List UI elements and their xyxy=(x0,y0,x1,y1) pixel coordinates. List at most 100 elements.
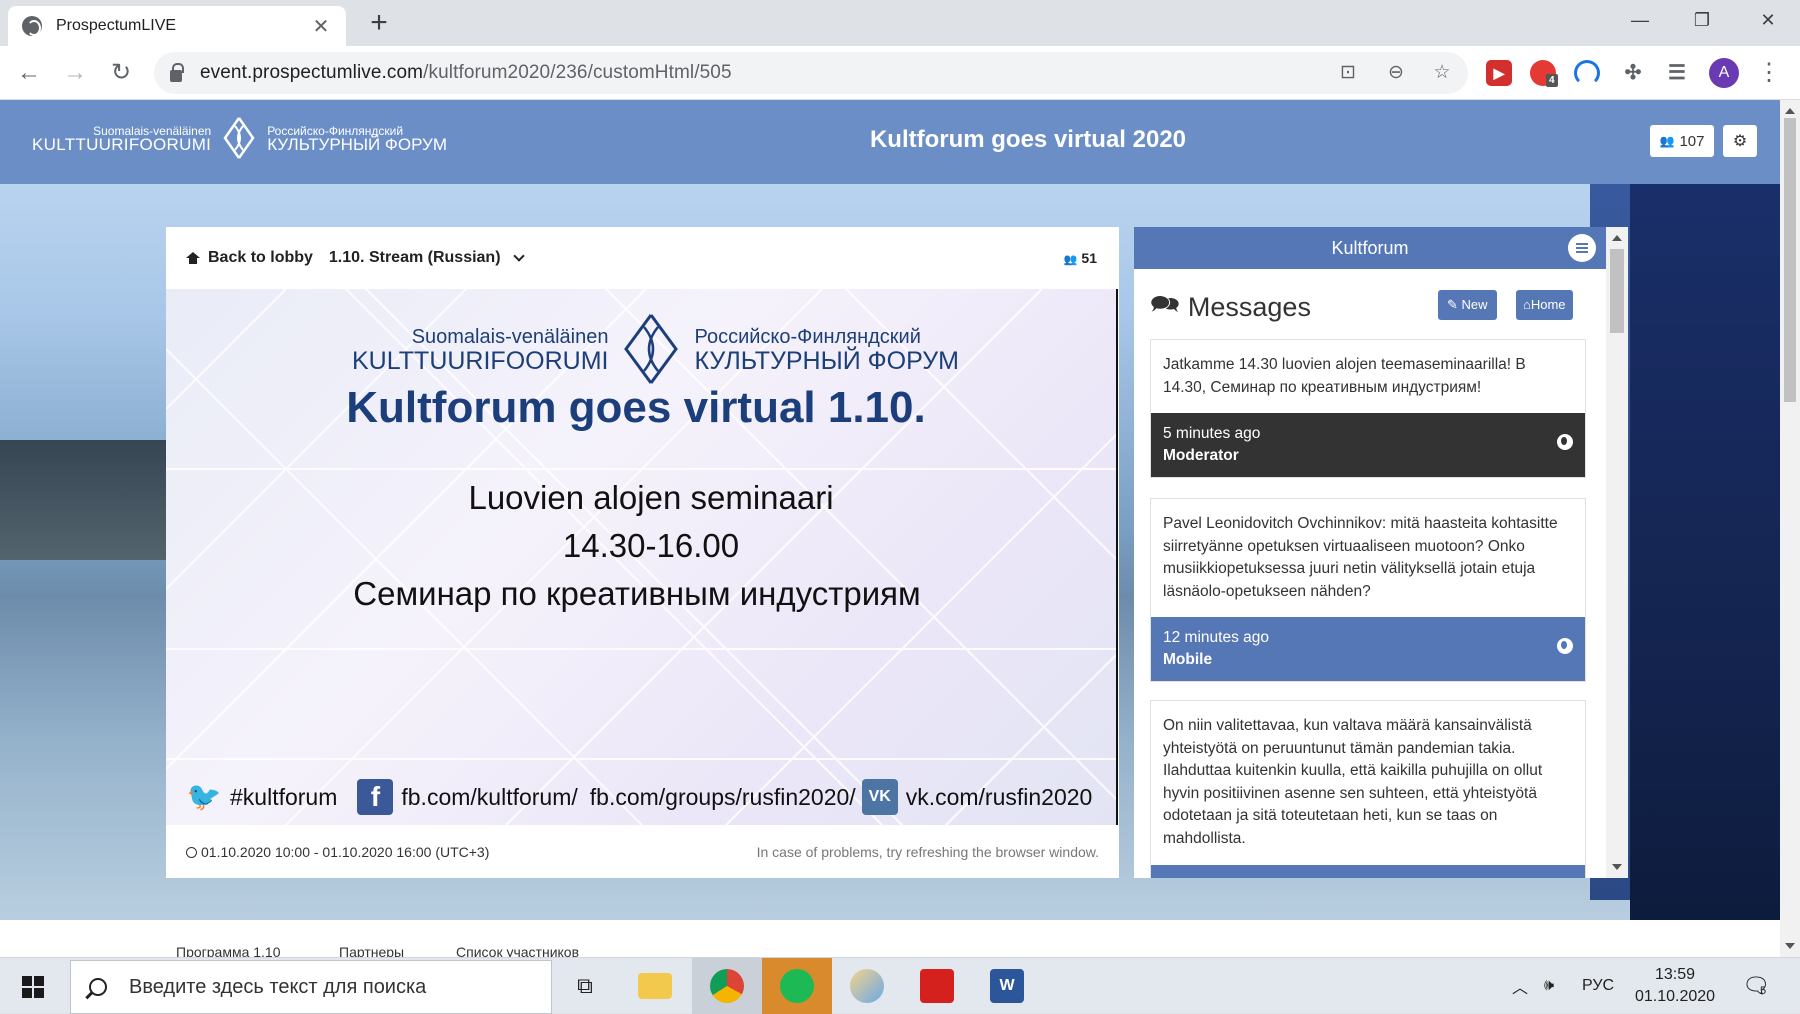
extension-adblock-icon[interactable]: 4 xyxy=(1530,60,1558,87)
site-header: Suomalais-venäläinen KULTTUURIFOORUMI Рос… xyxy=(0,100,1780,184)
media-icon[interactable]: ☰ xyxy=(1664,60,1690,86)
stream-select-value: 1.10. Stream (Russian) xyxy=(328,249,501,266)
paint-icon[interactable] xyxy=(832,958,902,1014)
new-message-button[interactable]: ✎ New xyxy=(1438,290,1497,320)
home-button[interactable]: ⌂Home xyxy=(1516,290,1573,320)
minimize-icon[interactable]: — xyxy=(1610,0,1670,40)
menu-icon[interactable] xyxy=(1568,234,1596,262)
scroll-up-icon[interactable] xyxy=(1785,108,1795,114)
address-bar[interactable]: event.prospectumlive.com/kultforum2020/2… xyxy=(154,52,1468,94)
chat-header: Kultforum xyxy=(1134,227,1606,269)
refresh-hint: In case of problems, try refreshing the … xyxy=(756,843,1099,860)
profile-avatar[interactable]: A xyxy=(1709,58,1739,88)
message-meta xyxy=(1151,864,1585,878)
chrome-icon[interactable] xyxy=(692,958,762,1014)
chat-scrollbar[interactable] xyxy=(1606,227,1628,878)
extension-sync-icon[interactable] xyxy=(1574,60,1600,86)
language-indicator[interactable]: РУС xyxy=(1582,958,1614,1014)
video-player[interactable]: Suomalais-venäläinen KULTTUURIFOORUMI Рос… xyxy=(166,289,1118,825)
home-label: Home xyxy=(1530,297,1566,312)
taskbar-clock[interactable]: 13:59 01.10.2020 xyxy=(1625,964,1725,1008)
back-to-lobby-link[interactable]: Back to lobby xyxy=(208,249,313,267)
volume-icon[interactable]: 🕪 xyxy=(1544,958,1554,1014)
window-close-icon[interactable]: ✕ xyxy=(1738,0,1798,40)
attendees-button[interactable]: 👥 107 xyxy=(1650,125,1714,157)
task-view-icon[interactable]: ⧉ xyxy=(550,958,620,1014)
nav-participants[interactable]: Список участников xyxy=(456,944,579,957)
forward-icon[interactable]: → xyxy=(58,56,92,90)
message-author: Mobile xyxy=(1163,651,1213,669)
video-logo-fi-big: KULTTUURIFOORUMI xyxy=(352,347,609,375)
video-logo: Suomalais-venäläinen KULTTUURIFOORUMI Рос… xyxy=(352,313,959,385)
back-icon[interactable]: ← xyxy=(12,56,46,90)
tab-title: ProspectumLIVE xyxy=(56,17,177,34)
background-scene xyxy=(0,440,170,560)
scroll-down-icon[interactable] xyxy=(1612,864,1622,870)
search-icon xyxy=(89,978,107,996)
lock-icon xyxy=(170,62,184,82)
stream-footer: 01.10.2020 10:00 - 01.10.2020 16:00 (UTC… xyxy=(166,825,1119,878)
notifications-icon[interactable]: 🗨 5 xyxy=(1742,958,1770,1014)
search-placeholder: Введите здесь текст для поиска xyxy=(129,975,427,998)
extensions-icon[interactable]: ✣ xyxy=(1620,60,1646,86)
schedule-text: 01.10.2020 10:00 - 01.10.2020 16:00 (UTC… xyxy=(201,843,490,860)
pencil-icon: ✎ xyxy=(1447,297,1458,312)
message-meta: 12 minutes ago Mobile xyxy=(1151,617,1585,682)
message-time: 5 minutes ago xyxy=(1163,425,1261,443)
zoom-icon[interactable]: ⊖ xyxy=(1384,61,1408,85)
settings-button[interactable]: ⚙ xyxy=(1723,125,1757,157)
browser-toolbar: ← → ↻ event.prospectumlive.com/kultforum… xyxy=(0,46,1800,100)
video-social-links: 🐦 #kultforum f fb.com/kultforum/ fb.com/… xyxy=(186,779,1092,815)
page-scrollbar[interactable] xyxy=(1780,100,1800,957)
file-explorer-icon[interactable] xyxy=(620,958,690,1014)
page-scroll-thumb[interactable] xyxy=(1784,118,1796,402)
stream-select[interactable]: 1.10. Stream (Russian) xyxy=(328,249,525,267)
notification-count: 5 xyxy=(1759,985,1767,997)
message-time: 12 minutes ago xyxy=(1163,629,1269,647)
social-vk: vk.com/rusfin2020 xyxy=(905,783,1093,810)
page-content: Suomalais-venäläinen KULTTUURIFOORUMI Рос… xyxy=(0,100,1780,957)
message-text: Pavel Leonidovitch Ovchinnikov: mitä haa… xyxy=(1163,515,1558,600)
social-facebook: fb.com/kultforum/ xyxy=(401,783,578,810)
message-text: On niin valitettavaa, kun valtava määrä … xyxy=(1163,717,1543,847)
restore-icon[interactable]: ❐ xyxy=(1672,0,1732,40)
users-icon: 👥 xyxy=(1659,134,1675,148)
message-author: Moderator xyxy=(1163,447,1239,465)
translate-icon[interactable]: ⊡ xyxy=(1336,61,1360,85)
logo-mark-icon xyxy=(624,314,679,384)
chevron-down-icon xyxy=(512,249,525,262)
nav-partners[interactable]: Партнеры xyxy=(339,944,404,957)
video-logo-fi-small: Suomalais-venäläinen xyxy=(411,326,609,348)
extension-red-icon[interactable]: ▶ xyxy=(1486,60,1512,86)
acrobat-icon[interactable] xyxy=(902,958,972,1014)
social-facebook-group: fb.com/groups/rusfin2020/ xyxy=(589,783,856,810)
word-icon[interactable]: W xyxy=(972,958,1042,1014)
browser-tab-active[interactable]: ProspectumLIVE ✕ xyxy=(8,6,346,46)
nav-program[interactable]: Программа 1.10 xyxy=(176,944,281,957)
globe-icon xyxy=(22,16,42,36)
reload-icon[interactable]: ↻ xyxy=(104,56,138,90)
site-title: Kultforum goes virtual 2020 xyxy=(869,126,1187,153)
attendee-count: 107 xyxy=(1679,132,1705,150)
windows-icon[interactable] xyxy=(0,958,68,1014)
taskbar-search[interactable]: Введите здесь текст для поиска xyxy=(70,960,552,1014)
plus-icon[interactable]: + xyxy=(362,6,396,40)
viewer-count: 👥 51 xyxy=(1064,250,1097,266)
message-card: On niin valitettavaa, kun valtava määrä … xyxy=(1150,700,1586,878)
tray-chevron-icon[interactable]: ︿ xyxy=(1512,958,1528,1014)
spotify-icon[interactable] xyxy=(762,958,832,1014)
close-icon[interactable]: ✕ xyxy=(310,14,332,39)
home-icon xyxy=(186,252,200,264)
scroll-up-icon[interactable] xyxy=(1612,235,1622,241)
video-line-3: Семинар по креативным индустриям xyxy=(353,575,921,612)
chat-panel: Kultforum 🗪 Messages ✎ New ⌂Home Jatkamm… xyxy=(1134,227,1628,878)
scroll-down-icon[interactable] xyxy=(1785,943,1795,949)
message-text: Jatkamme 14.30 luovien alojen teemasemin… xyxy=(1163,356,1526,396)
menu-icon[interactable]: ⋮ xyxy=(1752,56,1786,90)
social-twitter: #kultforum xyxy=(230,783,338,810)
vk-icon: VK xyxy=(861,779,898,815)
star-icon[interactable]: ☆ xyxy=(1430,61,1454,85)
facebook-icon: f xyxy=(357,779,394,815)
video-title: Kultforum goes virtual 1.10. xyxy=(346,383,926,432)
chat-scroll-thumb[interactable] xyxy=(1610,249,1624,333)
